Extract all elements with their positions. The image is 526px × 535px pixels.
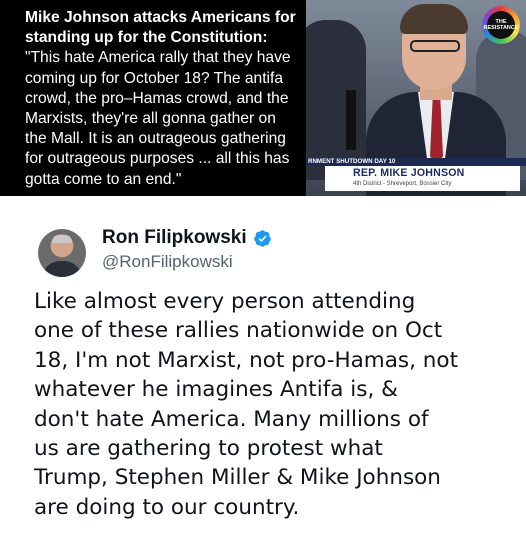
meme-quote-line: "This hate America rally that they have bbox=[25, 49, 291, 67]
meme-headline-line: Mike Johnson attacks Americans for bbox=[25, 9, 296, 26]
tweet-text-line: 18, I'm not Marxist, not pro-Hamas, not bbox=[34, 347, 458, 373]
news-chyron: REP. MIKE JOHNSON 4th District - Shrevep… bbox=[325, 166, 520, 191]
tweet-text: Like almost every person attending one o… bbox=[34, 287, 504, 522]
logo-text: RESISTANCE bbox=[483, 25, 519, 31]
news-ticker: RNMENT SHUTDOWN DAY 10 bbox=[306, 158, 526, 166]
avatar[interactable] bbox=[38, 229, 86, 277]
meme-headline-line: standing up for the Constitution: bbox=[25, 29, 268, 47]
ticker-text: RNMENT SHUTDOWN DAY 10 bbox=[308, 158, 396, 165]
tweet-text-line: are doing to our country. bbox=[34, 494, 300, 520]
meme-quote: Mike Johnson attacks Americans for stand… bbox=[25, 8, 310, 190]
meme-quote-line: the Mall. It is an outrageous gathering bbox=[25, 130, 286, 148]
tweet-card: Ron Filipkowski @RonFilipkowski Like alm… bbox=[0, 196, 526, 535]
background-person bbox=[306, 20, 366, 180]
speaker-glasses bbox=[410, 40, 460, 52]
avatar-hair bbox=[52, 235, 72, 243]
speaker-hair bbox=[400, 4, 468, 34]
resistance-logo: THE RESISTANCE bbox=[482, 6, 520, 44]
tweet-text-line: don't hate America. Many millions of bbox=[34, 406, 429, 432]
tweet-text-line: Trump, Stephen Miller & Mike Johnson bbox=[34, 465, 441, 491]
meme-quote-line: for outrageous purposes ... all this has bbox=[25, 150, 290, 168]
meme-banner: Mike Johnson attacks Americans for stand… bbox=[0, 0, 526, 196]
meme-quote-line: gotta come to an end." bbox=[25, 170, 182, 188]
tweet-text-line: us are gathering to protest what bbox=[34, 436, 383, 462]
resistance-logo-inner: THE RESISTANCE bbox=[483, 11, 519, 39]
display-name[interactable]: Ron Filipkowski bbox=[102, 227, 247, 249]
meme-quote-line: crowd, the pro–Hamas crowd, and the bbox=[25, 89, 289, 107]
microphone bbox=[346, 90, 356, 150]
avatar-jacket bbox=[42, 261, 82, 277]
meme-quote-line: coming up for October 18? The antifa bbox=[25, 69, 284, 87]
chyron-district: 4th District - Shreveport, Bossier City bbox=[353, 181, 452, 187]
tweet-text-line: one of these rallies nationwide on Oct bbox=[34, 318, 443, 344]
tweet-text-line: Like almost every person attending bbox=[34, 289, 416, 314]
verified-badge-icon bbox=[254, 230, 271, 247]
user-handle[interactable]: @RonFilipkowski bbox=[102, 252, 233, 272]
tweet-text-line: whatever he imagines Antifa is, & bbox=[34, 377, 398, 403]
chyron-name: REP. MIKE JOHNSON bbox=[353, 167, 465, 179]
meme-quote-line: Marxists, they're all gonna gather on bbox=[25, 110, 276, 128]
